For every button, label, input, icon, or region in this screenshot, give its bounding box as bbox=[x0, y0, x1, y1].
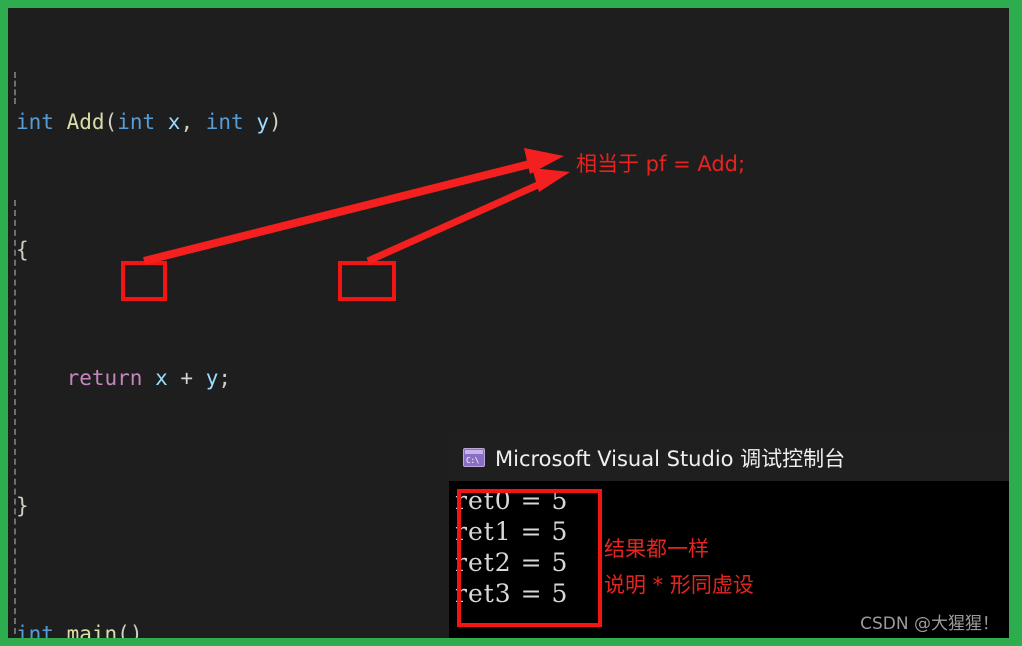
code-line-2: { bbox=[16, 238, 29, 262]
code-editor[interactable]: int Add(int x, int y) { return x + y; } … bbox=[8, 8, 1009, 638]
screenshot-root: int Add(int x, int y) { return x + y; } … bbox=[0, 0, 1022, 646]
token-int: int bbox=[16, 110, 54, 134]
console-output-line: ret0 = 5 bbox=[455, 486, 569, 515]
console-icon-label: C:\ bbox=[466, 456, 479, 465]
debug-console-window[interactable]: C:\ Microsoft Visual Studio 调试控制台 ret0 =… bbox=[449, 434, 1009, 638]
console-titlebar: C:\ Microsoft Visual Studio 调试控制台 bbox=[449, 434, 1009, 481]
token-return: return bbox=[66, 366, 143, 390]
code-line-3: return x + y; bbox=[66, 366, 232, 390]
token-main: main bbox=[66, 622, 118, 638]
console-cmd-icon: C:\ bbox=[463, 448, 485, 467]
annotation-result-line2: 说明 * 形同虚设 bbox=[604, 573, 754, 597]
token-add: Add bbox=[66, 110, 105, 134]
annotation-result-line1: 结果都一样 bbox=[604, 537, 709, 561]
annotation-equivalent-note: 相当于 pf = Add; bbox=[576, 152, 746, 176]
code-line-1: int Add(int x, int y) bbox=[16, 110, 282, 134]
console-title: Microsoft Visual Studio 调试控制台 bbox=[495, 446, 846, 471]
csdn-watermark: CSDN @大猩猩！ bbox=[860, 614, 999, 634]
console-output-line: ret1 = 5 bbox=[455, 517, 569, 546]
